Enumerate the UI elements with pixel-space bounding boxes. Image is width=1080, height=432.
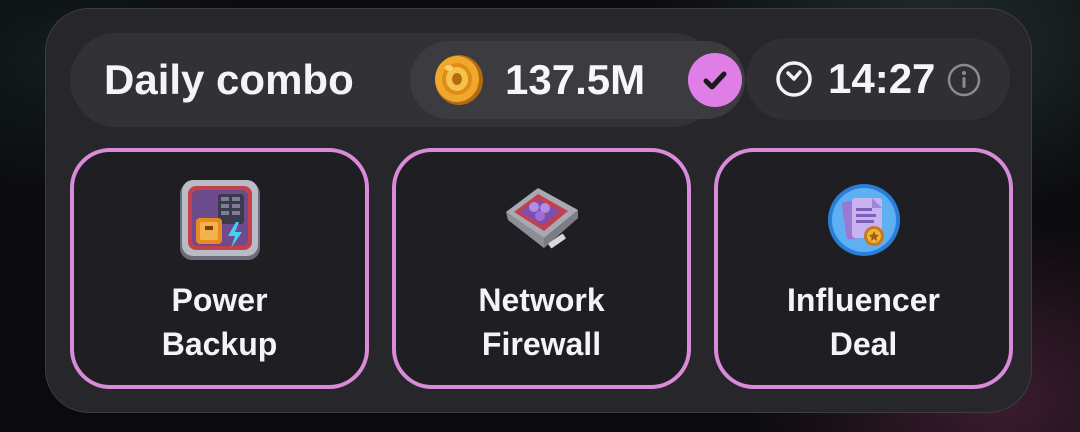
combo-card-power-backup[interactable]: Power Backup	[70, 148, 369, 389]
combo-card-label: Power Backup	[161, 282, 278, 362]
influencer-deal-icon	[828, 184, 900, 256]
reward-pill: 137.5M	[410, 41, 745, 119]
combo-card-influencer-deal[interactable]: Influencer Deal	[714, 148, 1013, 389]
network-firewall-icon	[506, 188, 578, 249]
combo-card-label: Influencer Deal	[787, 282, 940, 362]
coin-icon	[435, 55, 483, 105]
info-icon[interactable]	[946, 62, 982, 98]
reward-value: 137.5M	[505, 56, 646, 103]
timer-value: 14:27	[828, 55, 936, 102]
power-backup-icon	[180, 180, 260, 260]
status-badge	[688, 53, 742, 107]
daily-combo-card: Daily combo 137.5M 14:27 Power Backup Ne…	[45, 8, 1032, 413]
combo-card-label: Network Firewall	[478, 282, 605, 362]
daily-combo-header: Daily combo 137.5M	[70, 33, 745, 127]
combo-card-network-firewall[interactable]: Network Firewall	[392, 148, 691, 389]
clock-icon	[776, 61, 812, 97]
checkmark-icon	[703, 71, 727, 90]
daily-combo-title: Daily combo	[104, 56, 354, 103]
timer-pill: 14:27	[746, 38, 1010, 120]
